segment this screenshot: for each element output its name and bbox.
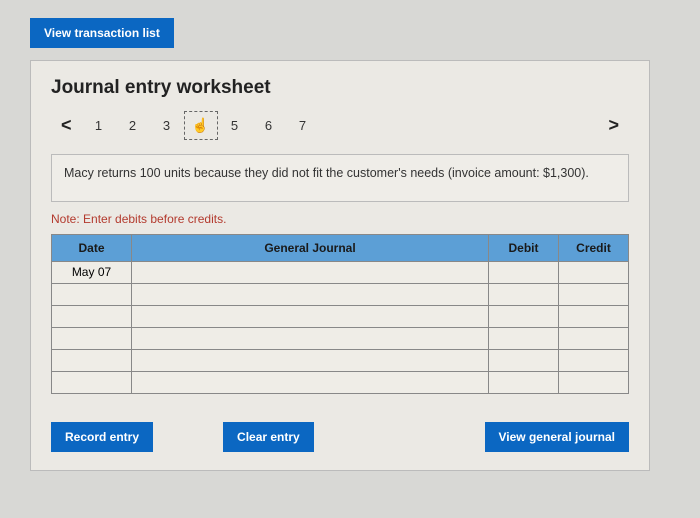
gj-cell[interactable] [132, 371, 489, 393]
table-row [52, 349, 629, 371]
date-cell[interactable] [52, 349, 132, 371]
record-entry-button[interactable]: Record entry [51, 422, 153, 452]
debit-cell[interactable] [489, 305, 559, 327]
note-text: Note: Enter debits before credits. [51, 212, 629, 226]
pager-page-2[interactable]: 2 [116, 112, 150, 139]
credit-cell[interactable] [559, 305, 629, 327]
transaction-description: Macy returns 100 units because they did … [51, 154, 629, 202]
pager: < 1 2 3 ☝ 5 6 7 > [51, 111, 629, 140]
gj-cell[interactable] [132, 349, 489, 371]
journal-table: Date General Journal Debit Credit May 07 [51, 234, 629, 394]
hand-cursor-icon: ☝ [192, 117, 209, 133]
col-header-debit: Debit [489, 234, 559, 261]
col-header-date: Date [52, 234, 132, 261]
table-row [52, 371, 629, 393]
view-general-journal-button[interactable]: View general journal [485, 422, 629, 452]
debit-cell[interactable] [489, 261, 559, 283]
view-transaction-list-button[interactable]: View transaction list [30, 18, 174, 48]
table-row [52, 305, 629, 327]
pager-page-7[interactable]: 7 [286, 112, 320, 139]
debit-cell[interactable] [489, 327, 559, 349]
footer-buttons: Record entry Clear entry View general jo… [51, 422, 629, 452]
gj-cell[interactable] [132, 261, 489, 283]
debit-cell[interactable] [489, 371, 559, 393]
clear-entry-button[interactable]: Clear entry [223, 422, 314, 452]
date-cell[interactable] [52, 305, 132, 327]
gj-cell[interactable] [132, 305, 489, 327]
pager-prev[interactable]: < [51, 111, 82, 140]
credit-cell[interactable] [559, 349, 629, 371]
table-row: May 07 [52, 261, 629, 283]
worksheet-title: Journal entry worksheet [51, 77, 629, 99]
credit-cell[interactable] [559, 283, 629, 305]
debit-cell[interactable] [489, 283, 559, 305]
date-cell[interactable] [52, 283, 132, 305]
col-header-general-journal: General Journal [132, 234, 489, 261]
debit-cell[interactable] [489, 349, 559, 371]
pager-page-1[interactable]: 1 [82, 112, 116, 139]
pager-page-6[interactable]: 6 [252, 112, 286, 139]
table-row [52, 283, 629, 305]
worksheet-card: Journal entry worksheet < 1 2 3 ☝ 5 6 7 … [30, 60, 650, 471]
date-cell[interactable] [52, 327, 132, 349]
col-header-credit: Credit [559, 234, 629, 261]
table-row [52, 327, 629, 349]
credit-cell[interactable] [559, 327, 629, 349]
pager-page-4[interactable]: ☝ [184, 111, 218, 140]
pager-page-5[interactable]: 5 [218, 112, 252, 139]
date-cell[interactable] [52, 371, 132, 393]
date-cell[interactable]: May 07 [52, 261, 132, 283]
gj-cell[interactable] [132, 283, 489, 305]
credit-cell[interactable] [559, 261, 629, 283]
gj-cell[interactable] [132, 327, 489, 349]
pager-page-3[interactable]: 3 [150, 112, 184, 139]
pager-next[interactable]: > [598, 111, 629, 140]
credit-cell[interactable] [559, 371, 629, 393]
